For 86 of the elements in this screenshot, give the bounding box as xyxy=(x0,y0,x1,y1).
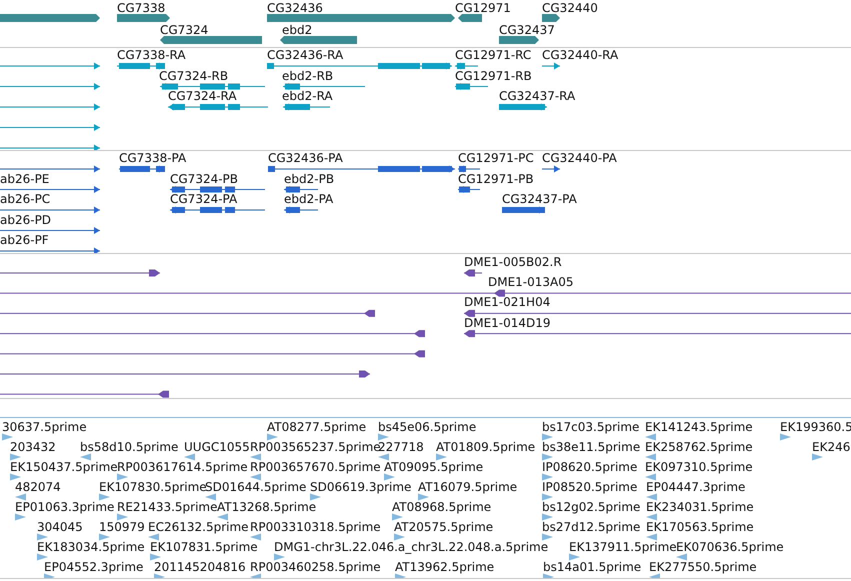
feature-label: EK107830.5prime xyxy=(99,480,207,494)
feature-label: CG12971-RB xyxy=(455,68,532,82)
feature-label: RP003617614.5prime xyxy=(117,460,248,474)
feature-label: EK258762.5prime xyxy=(645,440,753,454)
feature-label: CG7324 xyxy=(160,23,208,37)
feature-label: EK234031.5prime xyxy=(646,500,754,514)
feature-label: EK097310.5prime xyxy=(645,460,753,474)
feature-label: CG7324-RB xyxy=(159,68,228,82)
feature-label: CG32437 xyxy=(499,23,555,37)
feature-label: 150979 xyxy=(99,520,145,534)
feature-label: ab26-PC xyxy=(0,192,50,206)
feature-label: EP01063.3prime xyxy=(15,500,114,514)
feature-label: IP08520.5prime xyxy=(542,480,638,494)
feature-label: 30637.5prime xyxy=(2,420,87,434)
feature-label: AT13268.5prime xyxy=(217,500,316,514)
feature-label: bs58d10.5prime xyxy=(80,440,178,454)
feature-label: CG7324-PB xyxy=(170,172,238,186)
feature-label: AT16079.5prime xyxy=(418,480,518,494)
feature-label: EK246 xyxy=(812,440,850,454)
feature-label: CG12971-PB xyxy=(458,172,534,186)
feature-label: 304045 xyxy=(37,520,83,534)
feature-label: CG12971 xyxy=(455,1,511,15)
feature-label: EK070636.5prime xyxy=(676,540,784,554)
feature-label: 227718 xyxy=(378,440,424,454)
feature-label: EK150437.5prime xyxy=(10,460,118,474)
feature-label: 203432 xyxy=(10,440,56,454)
feature-label: IP08620.5prime xyxy=(542,460,638,474)
feature-label: ebd2-PB xyxy=(284,172,334,186)
feature-label: ebd2-RB xyxy=(282,68,334,82)
feature-label: ab26-PE xyxy=(0,172,50,186)
feature-label: AT01809.5prime xyxy=(436,440,536,454)
feature-label: EK107831.5prime xyxy=(150,540,258,554)
feature-label: AT09095.5prime xyxy=(384,460,484,474)
feature-label: DMG1-chr3L.22.046.a_chr3L.22.048.a.5prime xyxy=(274,540,548,554)
feature-label: CG32440-PA xyxy=(542,151,617,165)
feature-label: EK277550.5prime xyxy=(649,560,757,574)
feature-label: UUGC1055 xyxy=(184,440,250,454)
feature-label: CG7324-PA xyxy=(170,192,238,206)
feature-label: CG7338 xyxy=(117,1,166,15)
feature-label: RP003310318.5prime xyxy=(250,520,381,534)
feature-label: 201145204816 xyxy=(154,560,246,574)
feature-label: ebd2 xyxy=(282,23,312,37)
feature-label: ab26-PF xyxy=(0,233,49,247)
feature-label: CG7324-RA xyxy=(168,89,237,103)
feature-label: CG32437-PA xyxy=(502,192,577,206)
feature-label: CG32436-PA xyxy=(268,151,343,165)
feature-label: CG32440-RA xyxy=(542,48,618,62)
feature-label: RP003460258.5prime xyxy=(250,560,381,574)
feature-label: AT13962.5prime xyxy=(395,560,494,574)
feature-label: EK170563.5prime xyxy=(646,520,754,534)
feature-label: CG32436-RA xyxy=(267,48,344,62)
feature-label: AT08968.5prime xyxy=(392,500,492,514)
feature-label: bs38e11.5prime xyxy=(542,440,640,454)
feature-label: EK183034.5prime xyxy=(37,540,145,554)
feature-label: bs27d12.5prime xyxy=(542,520,640,534)
feature-label: DME1-005B02.R xyxy=(464,255,562,269)
feature-label: SD01644.5prime xyxy=(205,480,306,494)
feature-label: ebd2-PA xyxy=(284,192,334,206)
feature-label: SD06619.3prime xyxy=(310,480,412,494)
feature-label: EK141243.5prime xyxy=(645,420,753,434)
feature-label: CG32436 xyxy=(267,1,323,15)
feature-label: bs14a01.5prime xyxy=(543,560,642,574)
feature-label: DME1-014D19 xyxy=(464,316,551,330)
feature-label: 482074 xyxy=(15,480,61,494)
feature-label: EK137911.5prime xyxy=(569,540,677,554)
feature-label: EC26132.5prime xyxy=(148,520,249,534)
feature-label: CG32440 xyxy=(542,1,598,15)
feature-label: ab26-PD xyxy=(0,212,52,226)
feature-label: bs12g02.5prime xyxy=(542,500,640,514)
feature-label: RP003565237.5prime xyxy=(250,440,381,454)
feature-label: CG7338-RA xyxy=(117,48,186,62)
feature-label: CG7338-PA xyxy=(119,151,186,165)
feature-label: ebd2-RA xyxy=(282,89,333,103)
feature-label: AT08277.5prime xyxy=(267,420,366,434)
feature-label: EP04552.3prime xyxy=(44,560,144,574)
feature-label: RE21433.5prime xyxy=(117,500,218,514)
feature-label: CG12971-RC xyxy=(455,48,532,62)
feature-label: AT20575.5prime xyxy=(394,520,494,534)
feature-label: RP003657670.5prime xyxy=(250,460,381,474)
feature-label: bs45e06.5prime xyxy=(378,420,476,434)
feature-label: DME1-013A05 xyxy=(488,275,574,290)
feature-label: CG32437-RA xyxy=(499,89,576,103)
feature-label: EP04447.3prime xyxy=(646,480,746,494)
feature-label: DME1-021H04 xyxy=(464,295,550,310)
feature-label: bs17c03.5prime xyxy=(542,420,640,434)
feature-label: CG12971-PC xyxy=(458,151,534,165)
